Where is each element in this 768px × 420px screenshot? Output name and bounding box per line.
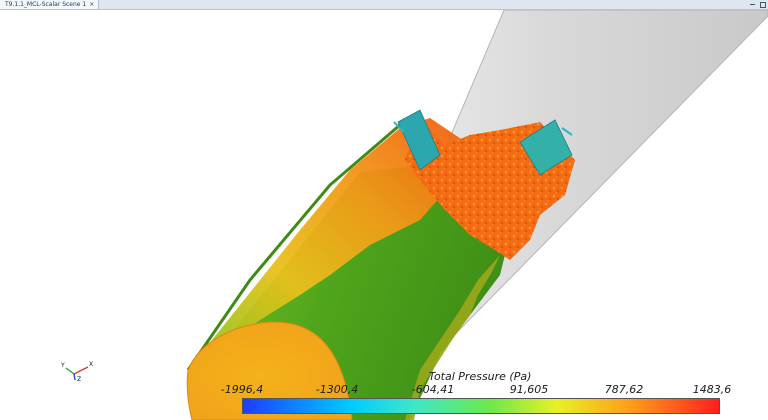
legend-tick: 1483,6 bbox=[692, 383, 732, 396]
minimize-icon[interactable] bbox=[748, 0, 757, 9]
axis-y-label: Y bbox=[60, 362, 65, 369]
maximize-icon[interactable] bbox=[758, 0, 767, 9]
legend-tick: -1300,4 bbox=[315, 383, 359, 396]
tab-label: T9.1.1_MCL-Scalar Scene 1 bbox=[5, 0, 87, 8]
close-icon[interactable]: × bbox=[89, 1, 94, 9]
legend-colorbar bbox=[242, 398, 720, 414]
axis-x-label: X bbox=[89, 361, 93, 368]
legend-tick: 91,605 bbox=[509, 383, 549, 396]
tab-bar: T9.1.1_MCL-Scalar Scene 1 × bbox=[0, 0, 768, 10]
legend-tick: 787,62 bbox=[604, 383, 644, 396]
legend-title: Total Pressure (Pa) bbox=[428, 370, 532, 383]
legend-tick: -604,41 bbox=[411, 383, 455, 396]
3d-viewport[interactable] bbox=[0, 10, 768, 420]
legend-tick: -1996,4 bbox=[220, 383, 264, 396]
tab-scalar-scene[interactable]: T9.1.1_MCL-Scalar Scene 1 × bbox=[0, 0, 100, 9]
